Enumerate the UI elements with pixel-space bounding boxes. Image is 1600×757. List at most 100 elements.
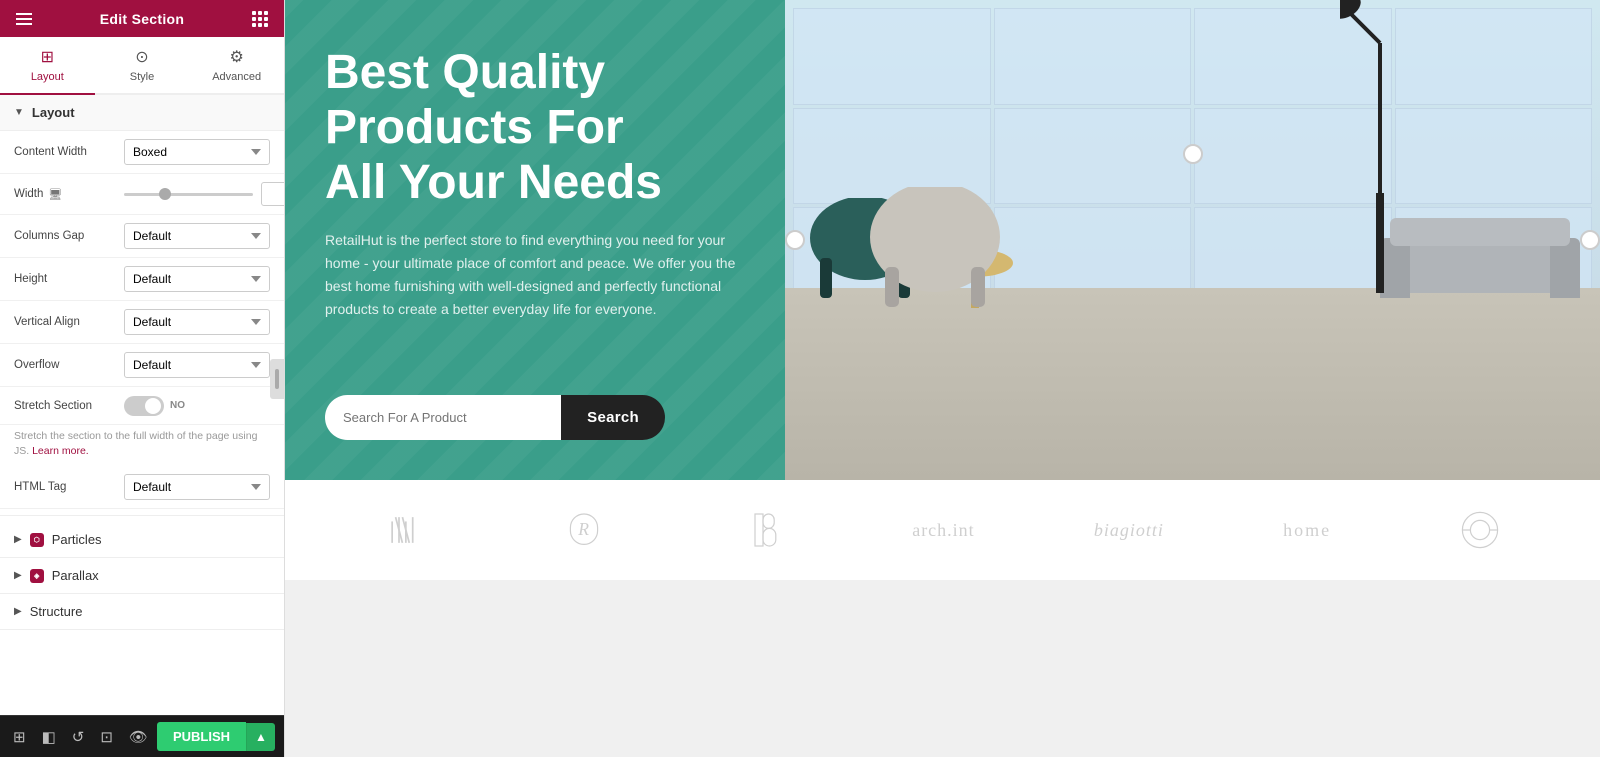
layers-icon[interactable]: ⊞ xyxy=(10,725,29,749)
biagiotti-label: biagiotti xyxy=(1094,520,1164,541)
stretch-section-toggle-label: NO xyxy=(170,400,185,411)
layout-chevron-icon: ▼ xyxy=(14,107,24,118)
floor xyxy=(785,288,1600,480)
learn-more-link[interactable]: Learn more. xyxy=(32,445,89,457)
particles-label: Particles xyxy=(52,532,102,547)
hero-section: Best Quality Products For All Your Needs… xyxy=(285,0,1600,480)
particles-chevron-icon: ▶ xyxy=(14,534,22,545)
left-resize-handle[interactable] xyxy=(785,230,805,250)
vertical-align-select[interactable]: Default Top Middle Bottom xyxy=(124,309,270,335)
hamburger-menu-icon[interactable] xyxy=(16,13,32,25)
structure-section[interactable]: ▶ Structure xyxy=(0,594,284,630)
parallax-icon: ◈ xyxy=(30,569,44,583)
columns-gap-select[interactable]: Default No Gap Narrow Extended Wide xyxy=(124,223,270,249)
brand-logo-4: arch.int xyxy=(912,520,974,541)
html-tag-label: HTML Tag xyxy=(14,481,124,493)
content-width-field: Content Width Boxed Full Width xyxy=(0,131,284,174)
hero-title: Best Quality Products For All Your Needs xyxy=(325,45,745,211)
hero-search-button[interactable]: Search xyxy=(561,395,665,440)
svg-text:R: R xyxy=(577,519,590,539)
columns-gap-control: Default No Gap Narrow Extended Wide xyxy=(124,223,270,249)
responsive-icon[interactable]: ⊡ xyxy=(97,725,116,749)
tab-advanced[interactable]: ⚙ Advanced xyxy=(189,37,284,95)
tab-advanced-label: Advanced xyxy=(212,71,261,83)
home-label: home xyxy=(1283,520,1331,541)
layout-section-label: Layout xyxy=(32,105,75,120)
stretch-note: Stretch the section to the full width of… xyxy=(0,425,284,466)
width-field: Width 🖥 xyxy=(0,174,284,215)
overflow-control: Default Hidden xyxy=(124,352,270,378)
panel-resize-handle[interactable] xyxy=(270,359,284,399)
tab-style-label: Style xyxy=(130,71,154,83)
content-width-label: Content Width xyxy=(14,146,124,158)
brands-section: R arch.int biagiotti home xyxy=(285,480,1600,580)
brand-logo-5: biagiotti xyxy=(1094,520,1164,541)
arch-int-label: arch.int xyxy=(912,520,974,541)
window-pane xyxy=(793,8,991,105)
window-pane xyxy=(994,8,1192,105)
eye-icon[interactable]: 👁 xyxy=(126,725,151,749)
width-control xyxy=(124,182,284,206)
publish-button[interactable]: PUBLISH xyxy=(157,722,246,751)
widgets-icon[interactable]: ◧ xyxy=(39,725,59,749)
hero-description: RetailHut is the perfect store to find e… xyxy=(325,229,745,321)
columns-gap-field: Columns Gap Default No Gap Narrow Extend… xyxy=(0,215,284,258)
grid-apps-icon[interactable] xyxy=(252,11,268,27)
tab-bar: ⊞ Layout ⊙ Style ⚙ Advanced xyxy=(0,37,284,95)
parallax-section[interactable]: ▶ ◈ Parallax xyxy=(0,558,284,594)
window-pane xyxy=(1395,8,1593,105)
tab-layout[interactable]: ⊞ Layout xyxy=(0,37,95,95)
style-tab-icon: ⊙ xyxy=(135,47,148,67)
overflow-select[interactable]: Default Hidden xyxy=(124,352,270,378)
brand-logo-2: R xyxy=(554,510,614,550)
height-field: Height Default Full Height Min Height xyxy=(0,258,284,301)
top-resize-handle[interactable] xyxy=(1183,144,1203,164)
history-icon[interactable]: ↺ xyxy=(69,725,88,749)
publish-dropdown-button[interactable]: ▲ xyxy=(246,723,275,751)
width-slider[interactable] xyxy=(124,193,253,196)
right-area: Best Quality Products For All Your Needs… xyxy=(285,0,1600,757)
window-pane xyxy=(1395,108,1593,205)
hero-right-panel xyxy=(785,0,1600,480)
stretch-section-field: Stretch Section NO xyxy=(0,387,284,425)
tab-style[interactable]: ⊙ Style xyxy=(95,37,190,95)
brand-logo-3 xyxy=(733,510,793,550)
vertical-align-field: Vertical Align Default Top Middle Bottom xyxy=(0,301,284,344)
parallax-label: Parallax xyxy=(52,568,99,583)
content-width-select[interactable]: Boxed Full Width xyxy=(124,139,270,165)
stretch-section-label: Stretch Section xyxy=(14,400,124,412)
floor-lamp xyxy=(1340,0,1420,298)
brand-logo-6: home xyxy=(1283,520,1331,541)
hero-left-panel: Best Quality Products For All Your Needs… xyxy=(285,0,785,480)
particles-icon: ⬡ xyxy=(30,533,44,547)
height-control: Default Full Height Min Height xyxy=(124,266,270,292)
html-tag-select[interactable]: Default header main footer article secti… xyxy=(124,474,270,500)
hero-search-input[interactable] xyxy=(325,395,561,440)
parallax-chevron-icon: ▶ xyxy=(14,570,22,581)
advanced-tab-icon: ⚙ xyxy=(230,47,244,67)
tab-layout-label: Layout xyxy=(31,71,64,83)
chair-light xyxy=(865,187,1005,307)
layout-tab-icon: ⊞ xyxy=(41,47,54,67)
publish-button-group: PUBLISH ▲ xyxy=(157,722,275,751)
html-tag-control: Default header main footer article secti… xyxy=(124,474,270,500)
right-resize-handle[interactable] xyxy=(1580,230,1600,250)
panel-content: ▼ Layout Content Width Boxed Full Width … xyxy=(0,95,284,715)
height-label: Height xyxy=(14,273,124,285)
layout-section-header[interactable]: ▼ Layout xyxy=(0,95,284,131)
height-select[interactable]: Default Full Height Min Height xyxy=(124,266,270,292)
hero-search-bar: Search xyxy=(325,395,665,440)
window-pane xyxy=(994,108,1192,205)
stretch-section-toggle[interactable] xyxy=(124,396,164,416)
panel-title: Edit Section xyxy=(100,11,185,27)
overflow-label: Overflow xyxy=(14,359,124,371)
width-number-input[interactable] xyxy=(261,182,284,206)
brand-logo-7 xyxy=(1450,510,1510,550)
monitor-icon: 🖥 xyxy=(48,188,62,201)
structure-label: Structure xyxy=(30,604,83,619)
structure-chevron-icon: ▶ xyxy=(14,606,22,617)
vertical-align-label: Vertical Align xyxy=(14,316,124,328)
vertical-align-control: Default Top Middle Bottom xyxy=(124,309,270,335)
stretch-section-control: NO xyxy=(124,396,270,416)
particles-section[interactable]: ▶ ⬡ Particles xyxy=(0,522,284,558)
